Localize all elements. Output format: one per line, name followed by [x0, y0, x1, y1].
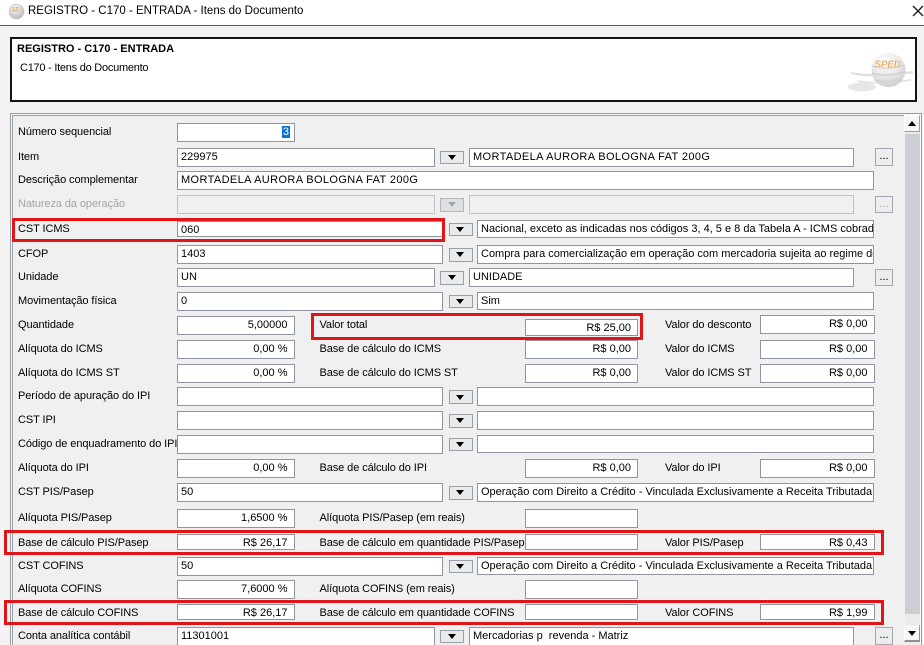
svg-text:SP: SP — [12, 7, 19, 13]
svg-text:SPED: SPED — [875, 60, 901, 71]
